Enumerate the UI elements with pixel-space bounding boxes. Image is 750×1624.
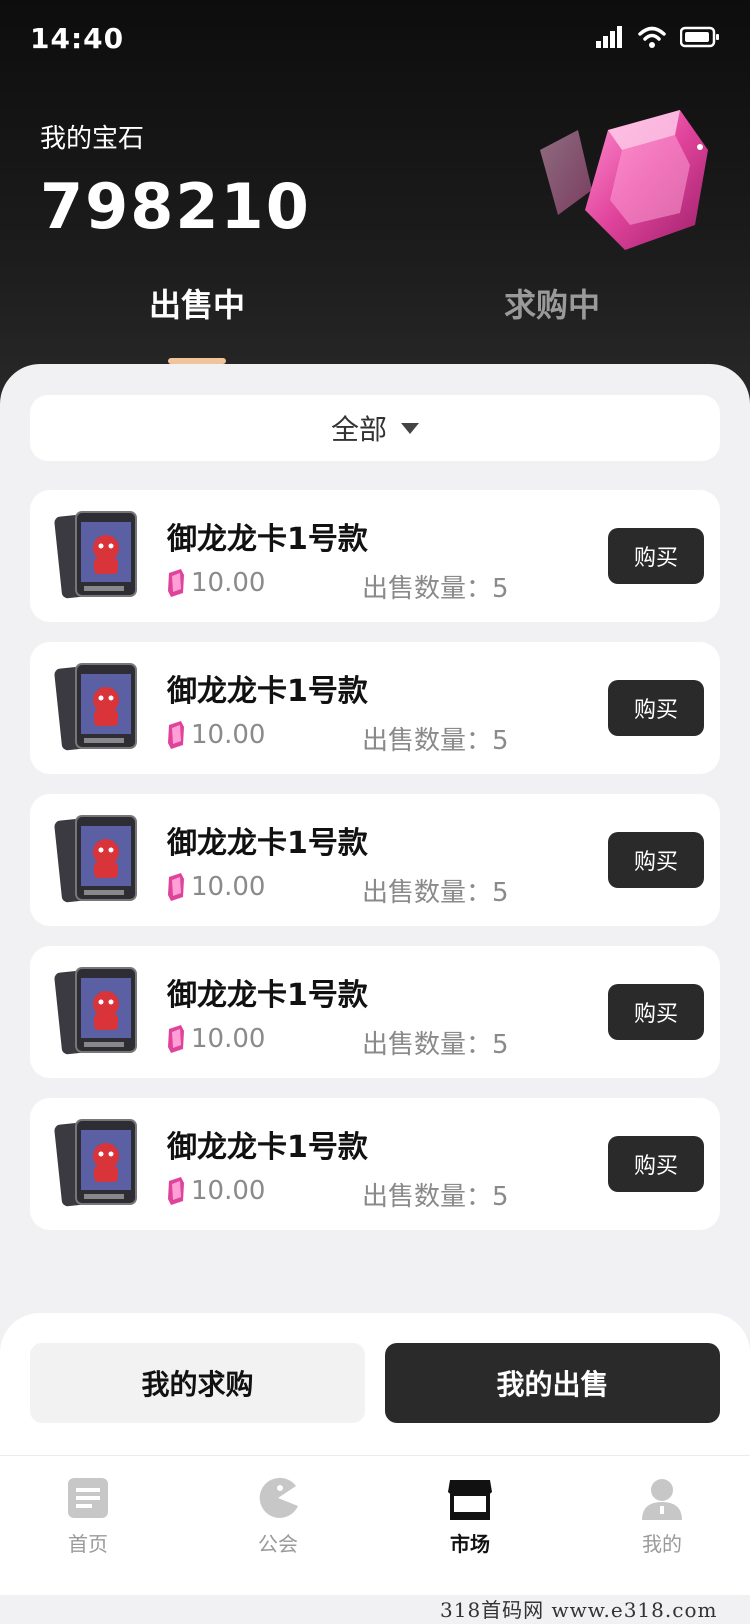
tabbar-guild[interactable]: 公会 (218, 1476, 338, 1557)
bottom-action-bar: 我的求购 我的出售 (0, 1313, 750, 1455)
listing-card[interactable]: 御龙龙卡1号款 10.00 出售数量：5 购买 (30, 794, 720, 926)
dragon-card-thumbnail (54, 1119, 137, 1207)
sell-quantity: 出售数量：5 (362, 1182, 509, 1212)
sell-quantity: 出售数量：5 (362, 726, 509, 756)
status-icons (596, 26, 720, 48)
tab-selling[interactable]: 出售中 (97, 280, 297, 326)
gem-icon (168, 1025, 184, 1053)
sell-quantity: 出售数量：5 (362, 1030, 509, 1060)
listing-title: 御龙龙卡1号款 (167, 1130, 368, 1165)
gem-icon (168, 721, 184, 749)
profile-icon (642, 1479, 682, 1520)
listing-price: 10.00 (167, 872, 265, 902)
price-value: 10.00 (191, 1176, 266, 1206)
buy-button[interactable]: 购买 (608, 528, 704, 584)
price-value: 10.00 (191, 720, 266, 750)
home-doc-icon (68, 1478, 108, 1518)
buy-button[interactable]: 购买 (608, 832, 704, 888)
sell-quantity: 出售数量：5 (362, 878, 509, 908)
tabbar-guild-label: 公会 (258, 1532, 298, 1556)
gem-icon (168, 1177, 184, 1205)
buy-button[interactable]: 购买 (608, 1136, 704, 1192)
my-sales-button[interactable]: 我的出售 (385, 1343, 720, 1423)
listing-price: 10.00 (167, 568, 265, 598)
bottom-tabbar: 首页 公会 市场 我的 (0, 1455, 750, 1595)
market-tabs: 出售中 求购中 (0, 280, 750, 360)
listing-price: 10.00 (167, 720, 265, 750)
listing-title: 御龙龙卡1号款 (167, 826, 368, 861)
market-store-icon (448, 1480, 492, 1520)
price-value: 10.00 (191, 872, 266, 902)
balance-value: 798210 (40, 170, 311, 243)
listing-title: 御龙龙卡1号款 (167, 522, 368, 557)
buy-button[interactable]: 购买 (608, 984, 704, 1040)
watermark-text: 318首码网 www.e318.com (440, 1598, 718, 1622)
gem-icon (168, 569, 184, 597)
listing-list: 御龙龙卡1号款 10.00 出售数量：5 购买 御龙龙卡1号款 10.00 出售… (30, 490, 720, 1250)
dragon-card-thumbnail (54, 663, 137, 751)
gem-icon (168, 873, 184, 901)
filter-label: 全部 (330, 413, 387, 446)
dragon-card-thumbnail (54, 511, 137, 599)
balance-label: 我的宝石 (40, 124, 145, 154)
listing-price: 10.00 (167, 1024, 265, 1054)
listing-title: 御龙龙卡1号款 (167, 674, 368, 709)
battery-icon (680, 26, 719, 48)
listing-card[interactable]: 御龙龙卡1号款 10.00 出售数量：5 购买 (30, 642, 720, 774)
listing-price: 10.00 (167, 1176, 265, 1206)
dragon-card-thumbnail (54, 815, 137, 903)
listing-card[interactable]: 御龙龙卡1号款 10.00 出售数量：5 购买 (30, 490, 720, 622)
wifi-icon (638, 26, 666, 48)
pink-gem-icon (540, 110, 708, 250)
my-buy-requests-button[interactable]: 我的求购 (30, 1343, 365, 1423)
tabbar-me[interactable]: 我的 (602, 1476, 722, 1557)
filter-dropdown[interactable]: 全部 (30, 395, 720, 461)
tabbar-home-label: 首页 (68, 1532, 108, 1556)
listing-card[interactable]: 御龙龙卡1号款 10.00 出售数量：5 购买 (30, 1098, 720, 1230)
tabbar-me-label: 我的 (642, 1532, 682, 1556)
tabbar-market[interactable]: 市场 (410, 1476, 530, 1557)
price-value: 10.00 (191, 1024, 266, 1054)
buy-button[interactable]: 购买 (608, 680, 704, 736)
listing-title: 御龙龙卡1号款 (167, 978, 368, 1013)
listing-card[interactable]: 御龙龙卡1号款 10.00 出售数量：5 购买 (30, 946, 720, 1078)
tabbar-home[interactable]: 首页 (28, 1476, 148, 1557)
status-time: 14:40 (30, 22, 125, 55)
price-value: 10.00 (191, 568, 266, 598)
tabbar-market-label: 市场 (450, 1532, 490, 1556)
caret-down-icon (401, 422, 419, 434)
dragon-card-thumbnail (54, 967, 137, 1055)
sell-quantity: 出售数量：5 (362, 574, 509, 604)
signal-icon (596, 26, 622, 48)
status-bar: 14:40 (0, 0, 750, 82)
guild-icon (259, 1477, 298, 1518)
tab-buying[interactable]: 求购中 (452, 280, 652, 326)
